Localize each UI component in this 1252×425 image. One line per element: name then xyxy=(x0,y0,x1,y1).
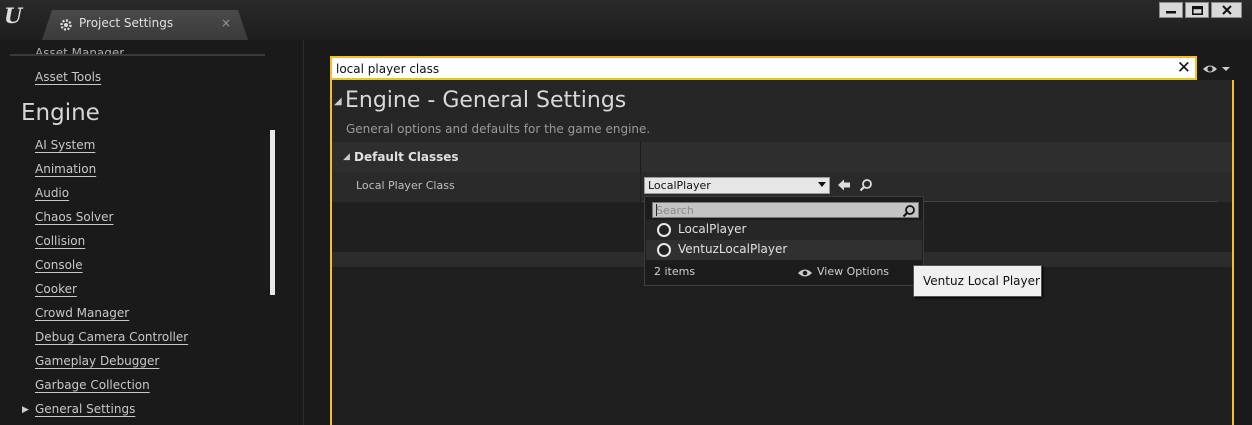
sidebar-item-garbage-collection[interactable]: Garbage Collection xyxy=(35,378,150,392)
tab-label: Project Settings xyxy=(79,16,174,30)
sidebar-scrollbar[interactable] xyxy=(270,130,275,295)
settings-icon xyxy=(60,19,72,31)
title-bar: U Project Settings × xyxy=(0,0,1252,40)
close-icon xyxy=(1221,5,1232,15)
sidebar-heading-engine: Engine xyxy=(21,100,100,126)
sidebar-divider xyxy=(10,54,265,56)
tab-project-settings[interactable]: Project Settings × xyxy=(42,10,248,40)
sidebar-item-collision[interactable]: Collision xyxy=(35,234,85,248)
sidebar-item-general-settings[interactable]: General Settings xyxy=(35,402,135,416)
sidebar-item-cooker[interactable]: Cooker xyxy=(35,282,77,296)
unreal-logo-icon[interactable]: U xyxy=(4,4,26,28)
collapse-arrow-icon[interactable]: ◢ xyxy=(334,96,342,107)
close-window-button[interactable] xyxy=(1211,2,1242,18)
class-option-ventuzlocalplayer[interactable]: VentuzLocalPlayer xyxy=(646,240,922,260)
category-collapse-icon[interactable]: ◢ xyxy=(343,152,350,162)
popup-search-box xyxy=(652,202,919,218)
browse-magnifier-icon[interactable] xyxy=(859,178,873,192)
class-picker-combo[interactable]: LocalPlayer xyxy=(644,177,830,194)
sidebar-item-asset-tools[interactable]: Asset Tools xyxy=(35,70,101,84)
sidebar-item-ai-system[interactable]: AI System xyxy=(35,138,95,152)
sidebar-item-debug-camera-controller[interactable]: Debug Camera Controller xyxy=(35,330,188,344)
settings-search-box: ✕ xyxy=(330,56,1197,80)
column-divider xyxy=(640,142,641,172)
sidebar-item-console[interactable]: Console xyxy=(35,258,83,272)
eye-icon xyxy=(798,269,812,277)
sidebar-item-audio[interactable]: Audio xyxy=(35,186,69,200)
sidebar-item-crowd-manager[interactable]: Crowd Manager xyxy=(35,306,129,320)
class-picker-value: LocalPlayer xyxy=(648,179,711,192)
item-count: 2 items xyxy=(654,265,696,278)
chevron-down-icon xyxy=(818,182,826,187)
section-title: Engine - General Settings xyxy=(345,88,627,113)
view-options-eye-icon[interactable] xyxy=(1201,62,1231,76)
tab-close-icon[interactable]: × xyxy=(221,16,231,30)
class-picker-popup: LocalPlayer VentuzLocalPlayer 2 items Vi… xyxy=(644,196,924,286)
search-icon xyxy=(902,205,915,218)
popup-search-input[interactable] xyxy=(656,203,896,217)
class-option-label: VentuzLocalPlayer xyxy=(678,242,788,256)
column-divider xyxy=(640,172,641,202)
maximize-icon xyxy=(1191,5,1203,15)
radio-icon xyxy=(657,223,671,237)
clear-search-icon[interactable]: ✕ xyxy=(1177,59,1191,77)
minimize-icon xyxy=(1166,11,1176,14)
category-default-classes[interactable]: ◢ Default Classes xyxy=(332,142,1232,172)
sidebar-item-chaos-solver[interactable]: Chaos Solver xyxy=(35,210,113,224)
class-option-label: LocalPlayer xyxy=(678,222,747,236)
tooltip-text: Ventuz Local Player xyxy=(923,274,1040,288)
expand-arrow-icon[interactable]: ▶ xyxy=(22,405,29,415)
section-header: ◢ Engine - General Settings General opti… xyxy=(332,80,1232,142)
window-controls xyxy=(1159,2,1242,18)
tooltip: Ventuz Local Player xyxy=(913,265,1042,297)
property-label: Local Player Class xyxy=(356,179,455,192)
sidebar-item-animation[interactable]: Animation xyxy=(35,162,96,176)
settings-search-input[interactable] xyxy=(336,60,1156,78)
popup-footer: 2 items View Options xyxy=(645,261,923,285)
minimize-button[interactable] xyxy=(1159,2,1183,18)
category-label: Default Classes xyxy=(354,150,459,164)
maximize-button[interactable] xyxy=(1185,2,1209,18)
sidebar-item-gameplay-debugger[interactable]: Gameplay Debugger xyxy=(35,354,159,368)
section-description: General options and defaults for the gam… xyxy=(346,122,651,136)
use-selected-arrow-icon[interactable] xyxy=(837,178,851,192)
radio-icon xyxy=(657,243,671,257)
sidebar-item-asset-manager[interactable]: Asset Manager xyxy=(35,46,124,54)
class-option-localplayer[interactable]: LocalPlayer xyxy=(646,220,922,240)
settings-sidebar: Asset Manager Asset Tools Engine AI Syst… xyxy=(0,40,304,425)
view-options-button[interactable]: View Options xyxy=(817,265,889,278)
